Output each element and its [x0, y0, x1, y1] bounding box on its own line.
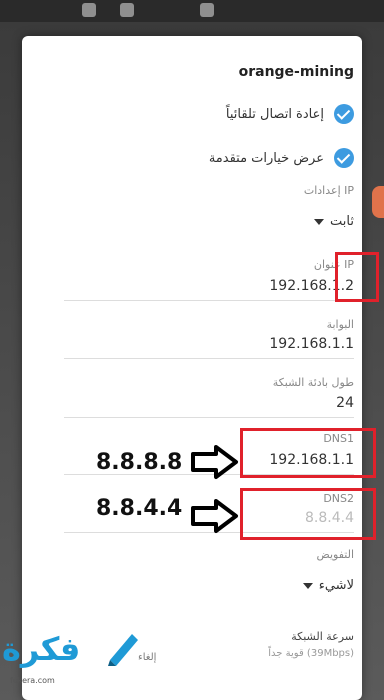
dns2-arrow-icon	[191, 499, 238, 533]
auto-reconnect-label: إعادة اتصال تلقائياً	[225, 106, 324, 122]
proxy-value: لاشيء	[318, 578, 354, 593]
dropdown-arrow-icon	[302, 582, 313, 589]
link-speed-label: سرعة الشبكة	[291, 630, 354, 643]
advanced-options-checkbox[interactable]	[334, 148, 354, 168]
dropdown-arrow-icon	[314, 218, 325, 225]
notification-icon	[82, 3, 96, 17]
ip-settings-dropdown[interactable]: ثابت	[314, 214, 354, 229]
background-accent	[372, 186, 384, 218]
prefix-length-field[interactable]: 24	[336, 395, 354, 411]
wifi-network-dialog: orange-mining إعادة اتصال تلقائياً عرض خ…	[22, 36, 362, 700]
advanced-options-option[interactable]: عرض خيارات متقدمة	[209, 148, 354, 168]
gateway-underline	[64, 358, 354, 359]
dns2-highlight	[240, 488, 376, 540]
pencil-icon	[108, 634, 138, 666]
gateway-label: البوابة	[326, 318, 354, 331]
advanced-options-label: عرض خيارات متقدمة	[208, 150, 324, 166]
network-name: orange-mining	[238, 64, 354, 80]
ip-settings-label: إعدادات IP	[303, 184, 354, 197]
proxy-label: التفويض	[316, 548, 354, 561]
notification-icon	[120, 3, 134, 17]
ip-settings-value: ثابت	[330, 214, 354, 229]
auto-reconnect-checkbox[interactable]	[334, 104, 354, 124]
watermark-url: fekera.com	[10, 676, 55, 685]
watermark-logo: فكرة	[2, 630, 81, 668]
cancel-button[interactable]: إلغاء	[138, 652, 156, 663]
ip-address-underline	[64, 300, 354, 301]
dns1-highlight	[240, 428, 376, 478]
dns1-arrow-icon	[191, 445, 238, 479]
prefix-length-underline	[64, 417, 354, 418]
dns2-annotation: 8.8.4.4	[96, 496, 183, 521]
dns1-annotation: 8.8.8.8	[96, 450, 183, 475]
status-bar	[0, 0, 384, 22]
prefix-length-label: طول بادئة الشبكة	[272, 376, 354, 389]
proxy-dropdown[interactable]: لاشيء	[302, 578, 354, 593]
link-speed-value: قوية جداً (39Mbps)	[268, 648, 354, 659]
gateway-field[interactable]: 192.168.1.1	[269, 336, 354, 352]
notification-icon	[200, 3, 214, 17]
auto-reconnect-option[interactable]: إعادة اتصال تلقائياً	[226, 104, 354, 124]
ip-address-highlight	[335, 252, 379, 302]
